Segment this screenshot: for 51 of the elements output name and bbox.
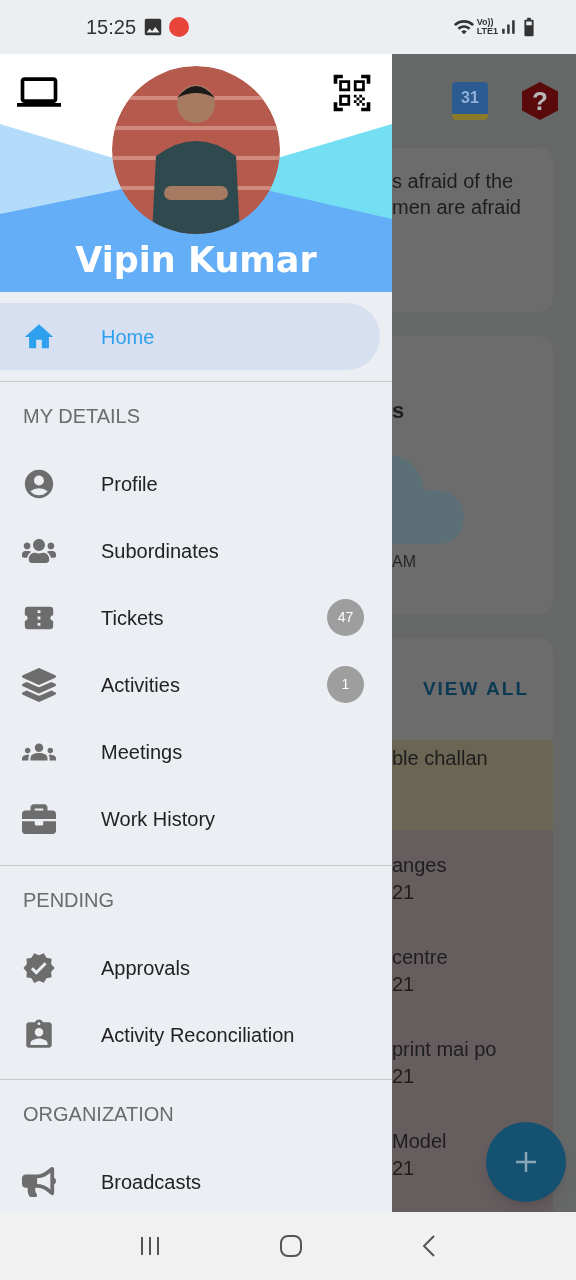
home-icon[interactable] — [279, 1234, 303, 1258]
time-text: AM — [392, 552, 417, 572]
row-date: 21 — [392, 972, 415, 997]
help-icon[interactable]: ? — [522, 82, 558, 120]
section-title: MY DETAILS — [23, 404, 141, 429]
menu-label: Meetings — [101, 739, 183, 765]
section-title: ORGANIZATION — [23, 1102, 174, 1127]
menu-label: Home — [101, 324, 155, 350]
quote-line: s afraid of the — [392, 169, 515, 194]
quote-line: men are afraid — [392, 195, 522, 220]
menu-label: Profile — [101, 471, 158, 497]
section-title: PENDING — [23, 888, 115, 913]
menu-item[interactable]: Activities 1 — [0, 651, 392, 718]
megaphone-icon — [22, 1164, 56, 1199]
menu-item[interactable]: Tickets 47 — [0, 584, 392, 651]
clock: 15:25 — [86, 15, 137, 40]
row-date: 21 — [392, 1064, 415, 1089]
menu-item[interactable]: Subordinates — [0, 517, 392, 584]
menu-label: Approvals — [101, 955, 190, 981]
menu-item[interactable]: Broadcasts — [0, 1148, 392, 1212]
menu-label: Activities — [101, 672, 180, 698]
network-label: LTE1 — [476, 27, 498, 36]
menu-label: Broadcasts — [101, 1169, 202, 1195]
menu-label: Work History — [101, 806, 216, 832]
menu-label: Activity Reconciliation — [101, 1022, 295, 1048]
count-badge: 47 — [327, 599, 364, 636]
row-title: anges — [392, 853, 447, 878]
card-title: s — [392, 397, 406, 425]
menu-item[interactable]: Meetings — [0, 718, 392, 785]
row-date: 21 — [392, 1156, 415, 1181]
menu-item[interactable]: Approvals — [0, 934, 392, 1001]
verified-badge-icon — [22, 950, 56, 985]
user-name: Vipin Kumar — [74, 239, 318, 282]
recent-apps-icon[interactable] — [139, 1235, 161, 1257]
menu-label: Subordinates — [101, 538, 219, 564]
row-title: Model — [392, 1129, 447, 1154]
notification-icon — [169, 17, 190, 37]
row-date: 21 — [392, 880, 415, 905]
volte-label: Vo)) — [476, 18, 494, 27]
plus-icon — [514, 1150, 538, 1174]
count-badge: 1 — [327, 666, 364, 703]
back-icon[interactable] — [421, 1234, 437, 1258]
row-title: centre — [392, 945, 448, 970]
row-title: ble challan — [392, 746, 488, 771]
menu-item[interactable]: Profile — [0, 450, 392, 517]
menu-item[interactable]: Activity Reconciliation — [0, 1001, 392, 1068]
briefcase-icon — [22, 801, 56, 836]
menu-item[interactable]: Work History — [0, 785, 392, 852]
menu-label: Tickets — [101, 605, 164, 631]
layers-icon — [22, 667, 56, 702]
row-title: print mai po — [392, 1037, 497, 1062]
